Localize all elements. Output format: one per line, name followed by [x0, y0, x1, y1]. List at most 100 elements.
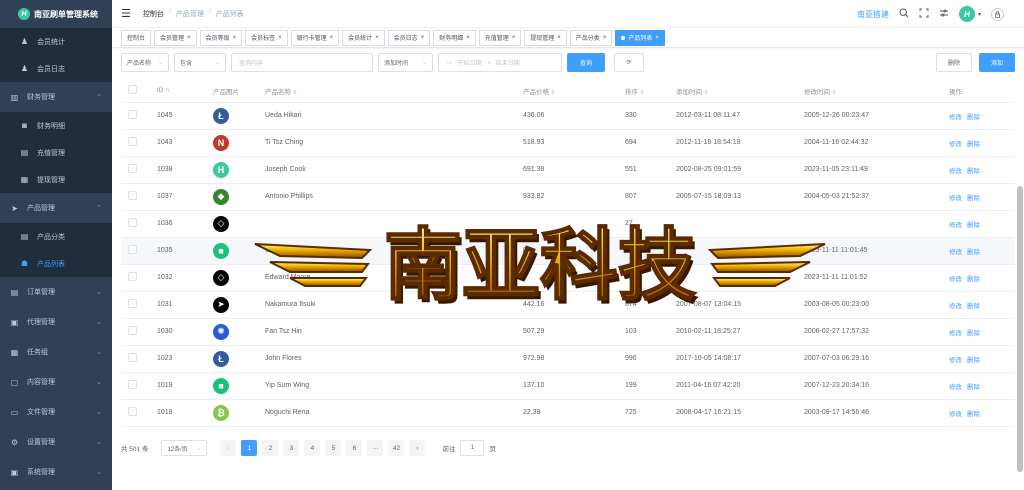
row-checkbox[interactable]	[128, 191, 137, 200]
table-row[interactable]: 1023 Ł John Flores 972.98 996 2017-10-05 14:0…	[121, 345, 1015, 373]
sidebar-item[interactable]: ♟ 会员统计	[0, 28, 112, 55]
table-row[interactable]: 1045 Ł Ueda Hikari 436.06 330 2012-03-11 08:1…	[121, 102, 1015, 130]
sidebar-item[interactable]: ➤ 产品管理 ⌃	[0, 193, 112, 223]
goto-page-input[interactable]: 1	[460, 440, 485, 456]
row-checkbox[interactable]	[128, 326, 137, 335]
row-checkbox[interactable]	[128, 110, 137, 119]
col-id-header[interactable]: ID ⇅	[157, 80, 213, 103]
edit-link[interactable]: 修改	[949, 222, 962, 229]
close-icon[interactable]: ×	[603, 35, 607, 41]
close-icon[interactable]: ×	[557, 35, 561, 41]
add-button[interactable]: 添加	[979, 53, 1015, 72]
sidebar-item[interactable]: ▦ 提现管理	[0, 166, 112, 193]
row-checkbox[interactable]	[128, 164, 137, 173]
select-all-header[interactable]	[121, 80, 157, 103]
next-page-button[interactable]: ›	[409, 440, 426, 456]
edit-link[interactable]: 修改	[949, 114, 962, 121]
page-button[interactable]: 42	[388, 440, 405, 456]
tag-item[interactable]: 会员等级 ×	[199, 29, 243, 46]
lock-icon[interactable]	[991, 7, 1004, 21]
hamburger-icon[interactable]: ☰	[121, 7, 131, 20]
tag-item[interactable]: 会员管理 ×	[154, 29, 197, 46]
page-button[interactable]: 3	[283, 440, 300, 456]
settings-sliders-icon[interactable]	[939, 8, 949, 20]
col-name-header[interactable]: 产品名称 ⇅	[265, 80, 523, 103]
operator-select[interactable]: 包含 ⌄	[174, 53, 226, 72]
scrollbar-thumb[interactable]	[1017, 186, 1023, 472]
edit-link[interactable]: 修改	[949, 303, 962, 310]
sort-icon[interactable]: ⇅	[704, 90, 708, 96]
edit-link[interactable]: 修改	[949, 411, 962, 418]
sidebar-item[interactable]: ▤ 订单管理 ⌄	[0, 277, 112, 307]
row-checkbox[interactable]	[128, 218, 137, 227]
row-checkbox-cell[interactable]	[121, 264, 157, 292]
edit-link[interactable]: 修改	[949, 141, 962, 148]
tag-item[interactable]: 提现管理 ×	[524, 29, 567, 46]
edit-link[interactable]: 修改	[949, 357, 962, 364]
sort-icon[interactable]: ⇅	[551, 90, 555, 96]
tag-item[interactable]: 会员统计 ×	[342, 29, 385, 46]
sidebar-item[interactable]: ▥ 财务管理 ⌃	[0, 82, 112, 112]
delete-link[interactable]: 删除	[967, 384, 980, 391]
row-checkbox-cell[interactable]	[121, 102, 157, 130]
row-checkbox[interactable]	[128, 272, 137, 281]
search-button[interactable]: 查询	[567, 53, 605, 72]
edit-link[interactable]: 修改	[949, 330, 962, 337]
date-range-picker[interactable]: ▭ 开始日期 - 结束日期	[438, 53, 562, 72]
page-button[interactable]: 6	[346, 440, 363, 456]
sidebar-item[interactable]: ▤ 充值管理	[0, 139, 112, 166]
sidebar-item[interactable]: ▣ 代理管理 ⌄	[0, 307, 112, 337]
row-checkbox-cell[interactable]	[121, 210, 157, 238]
tag-item[interactable]: 充值管理 ×	[478, 29, 522, 46]
edit-link[interactable]: 修改	[949, 195, 962, 202]
time-select[interactable]: 添加时间 ⌄	[378, 53, 433, 72]
delete-link[interactable]: 删除	[967, 222, 980, 229]
edit-link[interactable]: 修改	[949, 384, 962, 391]
close-icon[interactable]: ×	[233, 35, 237, 41]
breadcrumb-item[interactable]: 控制台	[143, 9, 164, 19]
brand-link[interactable]: 南亚搭建	[857, 9, 889, 20]
sidebar-item[interactable]: ◙ 财务明细	[0, 112, 112, 139]
sidebar-item[interactable]: ⚙ 设置管理 ⌄	[0, 427, 112, 457]
page-button[interactable]: 5	[325, 440, 342, 456]
row-checkbox-cell[interactable]	[121, 183, 157, 211]
tag-item[interactable]: 财务明细 ×	[433, 29, 476, 46]
page-size-select[interactable]: 12条/页 ⌄	[161, 440, 208, 456]
caret-down-icon[interactable]: ▾	[978, 11, 981, 18]
delete-link[interactable]: 删除	[967, 114, 980, 121]
tag-item[interactable]: 产品分类 ×	[569, 29, 613, 46]
row-checkbox-cell[interactable]	[121, 372, 157, 400]
fullscreen-icon[interactable]	[919, 8, 929, 20]
sort-icon[interactable]: ⇅	[166, 88, 170, 94]
close-icon[interactable]: ×	[421, 35, 425, 41]
sidebar-item[interactable]: ♟ 会员日志	[0, 55, 112, 82]
page-button[interactable]: 4	[304, 440, 321, 456]
page-button[interactable]: 2	[262, 440, 279, 456]
tag-item[interactable]: 产品列表 ×	[615, 29, 665, 46]
close-icon[interactable]: ×	[655, 35, 659, 41]
sidebar-item[interactable]: ▢ 内容管理 ⌄	[0, 367, 112, 397]
tag-item[interactable]: 控制台	[121, 29, 152, 46]
delete-link[interactable]: 删除	[967, 195, 980, 202]
delete-link[interactable]: 删除	[967, 303, 980, 310]
delete-link[interactable]: 删除	[967, 276, 980, 283]
delete-link[interactable]: 删除	[967, 330, 980, 337]
sort-icon[interactable]: ⇅	[832, 90, 836, 96]
table-row[interactable]: 1019 ■ Yip Sum Wing 137.10 199 2011-04-16 07:…	[121, 372, 1015, 400]
row-checkbox-cell[interactable]	[121, 156, 157, 184]
select-all-checkbox[interactable]	[128, 85, 137, 95]
close-icon[interactable]: ×	[330, 35, 334, 41]
tag-item[interactable]: 会员标签 ×	[245, 29, 288, 46]
delete-link[interactable]: 删除	[967, 141, 980, 148]
more-pages-button[interactable]: ···	[367, 440, 384, 456]
table-row[interactable]: 1030 ✺ Fan Tsz Hin 507.29 103 2010-02-11 18:2…	[121, 318, 1015, 346]
row-checkbox[interactable]	[128, 353, 137, 362]
app-logo[interactable]: H 南亚刷单管理系统	[0, 0, 112, 28]
row-checkbox[interactable]	[128, 245, 137, 254]
row-checkbox-cell[interactable]	[121, 291, 157, 319]
table-row[interactable]: 1038 H Joseph Cook 691.38 551 2002-08-25 09:0…	[121, 156, 1015, 184]
row-checkbox[interactable]	[128, 299, 137, 308]
sidebar-item[interactable]: ▦ 任务组 ⌄	[0, 337, 112, 367]
delete-link[interactable]: 删除	[967, 411, 980, 418]
close-icon[interactable]: ×	[187, 35, 191, 41]
